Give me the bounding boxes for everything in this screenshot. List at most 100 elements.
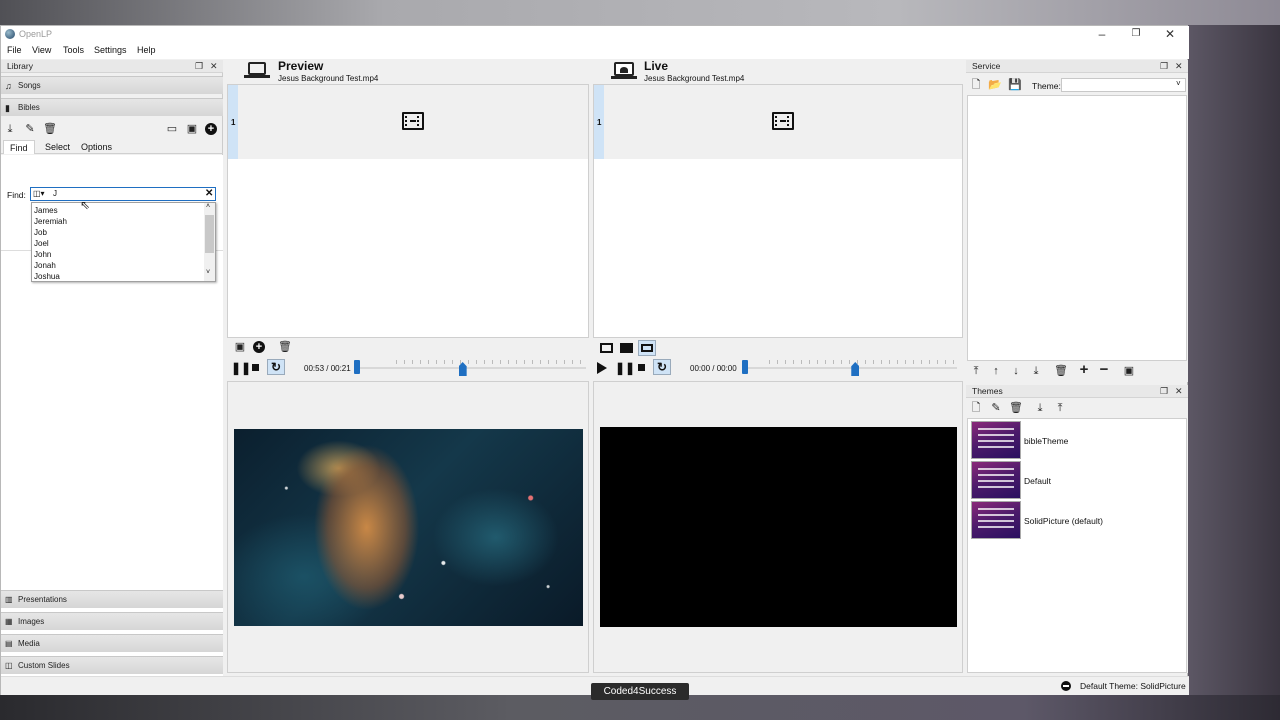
new-file-icon[interactable]: 🗋 bbox=[969, 78, 983, 92]
stop-button[interactable] bbox=[252, 364, 259, 371]
move-down-icon[interactable]: ↓ bbox=[1009, 364, 1023, 378]
library-item-bibles[interactable]: ▮ Bibles bbox=[1, 98, 223, 116]
pause-button[interactable]: ❚❚ bbox=[231, 362, 251, 374]
import-icon[interactable]: ⤓ bbox=[3, 122, 17, 136]
theme-thumbnail bbox=[971, 461, 1021, 499]
tab-options[interactable]: Options bbox=[78, 142, 115, 152]
slide-number: 1 bbox=[597, 118, 602, 127]
expand-icon[interactable]: + bbox=[1077, 362, 1091, 377]
move-bottom-icon[interactable]: ⤓ bbox=[1029, 364, 1043, 378]
preview-volume-track[interactable] bbox=[396, 367, 586, 369]
edit-icon[interactable]: ✎ bbox=[989, 401, 1003, 415]
library-header: Library bbox=[1, 60, 223, 73]
menu-settings[interactable]: Settings bbox=[94, 45, 127, 55]
window-title: OpenLP bbox=[19, 29, 53, 39]
add-to-service-icon[interactable]: + bbox=[253, 341, 265, 353]
preview-icon[interactable]: ▭ bbox=[165, 122, 179, 136]
slides-icon: ◫ bbox=[5, 661, 13, 670]
tab-find[interactable]: Find bbox=[3, 140, 35, 154]
delete-icon[interactable]: 🗑 bbox=[1054, 364, 1068, 378]
list-item[interactable]: Job bbox=[34, 227, 67, 238]
go-live-icon[interactable]: ▣ bbox=[185, 122, 199, 136]
stop-button[interactable] bbox=[638, 364, 645, 371]
import-icon[interactable]: ⤓ bbox=[1033, 401, 1047, 415]
service-close-icon[interactable]: ✕ bbox=[1175, 60, 1183, 72]
menu-view[interactable]: View bbox=[32, 45, 51, 55]
themes-title: Themes bbox=[972, 386, 1003, 396]
find-input[interactable]: ◫▾ J ✕ bbox=[30, 187, 216, 201]
find-input-value: J bbox=[53, 189, 57, 198]
themes-close-icon[interactable]: ✕ bbox=[1175, 385, 1183, 397]
search-options-icon[interactable]: ◫▾ bbox=[33, 189, 45, 198]
loop-button[interactable]: ↻ bbox=[653, 359, 671, 375]
theme-name: Default bbox=[1024, 476, 1051, 486]
list-item[interactable]: SolidPicture (default) bbox=[968, 501, 1186, 541]
video-file-icon bbox=[772, 112, 794, 130]
library-item-custom-slides[interactable]: ◫ Custom Slides bbox=[1, 656, 223, 674]
list-item[interactable]: James bbox=[34, 205, 67, 216]
theme-select[interactable]: ˅ bbox=[1061, 78, 1186, 92]
restore-button[interactable]: ❐ bbox=[1119, 26, 1153, 44]
play-button[interactable] bbox=[597, 362, 607, 374]
service-list[interactable] bbox=[967, 95, 1187, 361]
list-item[interactable]: Joshua bbox=[34, 271, 67, 282]
blank-theme-icon[interactable] bbox=[620, 343, 633, 353]
go-live-icon[interactable]: ▣ bbox=[1122, 364, 1136, 378]
new-theme-icon[interactable]: 🗋 bbox=[969, 401, 983, 415]
minimize-button[interactable]: – bbox=[1085, 26, 1119, 44]
show-desktop-button[interactable] bbox=[638, 340, 656, 356]
list-item[interactable]: Joel bbox=[34, 238, 67, 249]
menu-file[interactable]: File bbox=[7, 45, 22, 55]
clear-icon[interactable]: ✕ bbox=[205, 188, 213, 199]
library-item-media[interactable]: ▤ Media bbox=[1, 634, 223, 652]
preview-volume-thumb[interactable] bbox=[458, 362, 467, 376]
save-icon[interactable]: 💾 bbox=[1008, 78, 1022, 92]
library-item-songs[interactable]: ♫ Songs bbox=[1, 76, 223, 94]
close-window-button[interactable]: ✕ bbox=[1153, 26, 1187, 44]
table-row[interactable] bbox=[604, 85, 962, 159]
export-icon[interactable]: ⤒ bbox=[1053, 401, 1067, 415]
list-item[interactable]: Default bbox=[968, 461, 1186, 501]
library-item-presentations[interactable]: ▥ Presentations bbox=[1, 590, 223, 608]
live-volume-track[interactable] bbox=[769, 367, 957, 369]
delete-icon[interactable]: 🗑 bbox=[1009, 401, 1023, 415]
edit-icon[interactable]: ✎ bbox=[23, 122, 37, 136]
open-folder-icon[interactable]: 📂 bbox=[988, 78, 1002, 92]
move-top-icon[interactable]: ⤒ bbox=[969, 364, 983, 378]
collapse-icon[interactable]: − bbox=[1097, 362, 1111, 377]
loop-button[interactable]: ↻ bbox=[267, 359, 285, 375]
delete-icon[interactable]: 🗑 bbox=[43, 122, 57, 136]
list-item[interactable]: John bbox=[34, 249, 67, 260]
move-up-icon[interactable]: ↑ bbox=[989, 364, 1003, 378]
library-close-icon[interactable]: ✕ bbox=[210, 60, 218, 72]
menu-help[interactable]: Help bbox=[137, 45, 156, 55]
service-float-icon[interactable]: ❐ bbox=[1160, 60, 1168, 72]
library-item-images[interactable]: ▦ Images bbox=[1, 612, 223, 630]
live-seek-thumb[interactable] bbox=[742, 360, 748, 374]
delete-icon[interactable]: 🗑 bbox=[278, 340, 292, 354]
table-row[interactable] bbox=[238, 85, 588, 159]
scroll-down-icon[interactable]: ˅ bbox=[206, 269, 210, 276]
list-item[interactable]: Jeremiah bbox=[34, 216, 67, 227]
nebula-background-image bbox=[234, 429, 583, 626]
pause-button[interactable]: ❚❚ bbox=[615, 362, 635, 374]
themes-float-icon[interactable]: ❐ bbox=[1160, 385, 1168, 397]
list-item[interactable]: Jonah bbox=[34, 260, 67, 271]
list-item[interactable]: bibleTheme bbox=[968, 421, 1186, 461]
scrollbar-thumb[interactable] bbox=[205, 215, 214, 253]
live-output-screen bbox=[600, 427, 957, 627]
scrollbar[interactable]: ˄ ˅ bbox=[204, 203, 215, 281]
blank-screen-icon[interactable] bbox=[600, 343, 613, 353]
preview-seek-thumb[interactable] bbox=[354, 360, 360, 374]
library-float-icon[interactable]: ❐ bbox=[195, 60, 203, 72]
bible-tabs: Find Select Options bbox=[1, 140, 223, 154]
library-item-label: Media bbox=[18, 639, 40, 648]
live-volume-thumb[interactable] bbox=[851, 362, 860, 376]
add-to-service-icon[interactable]: + bbox=[205, 123, 217, 135]
go-live-icon[interactable]: ▣ bbox=[233, 340, 247, 354]
tab-select[interactable]: Select bbox=[41, 142, 74, 152]
menu-tools[interactable]: Tools bbox=[63, 45, 84, 55]
scroll-up-icon[interactable]: ˄ bbox=[206, 203, 210, 210]
preview-monitor-icon bbox=[248, 62, 266, 75]
live-monitor-base bbox=[611, 76, 637, 79]
